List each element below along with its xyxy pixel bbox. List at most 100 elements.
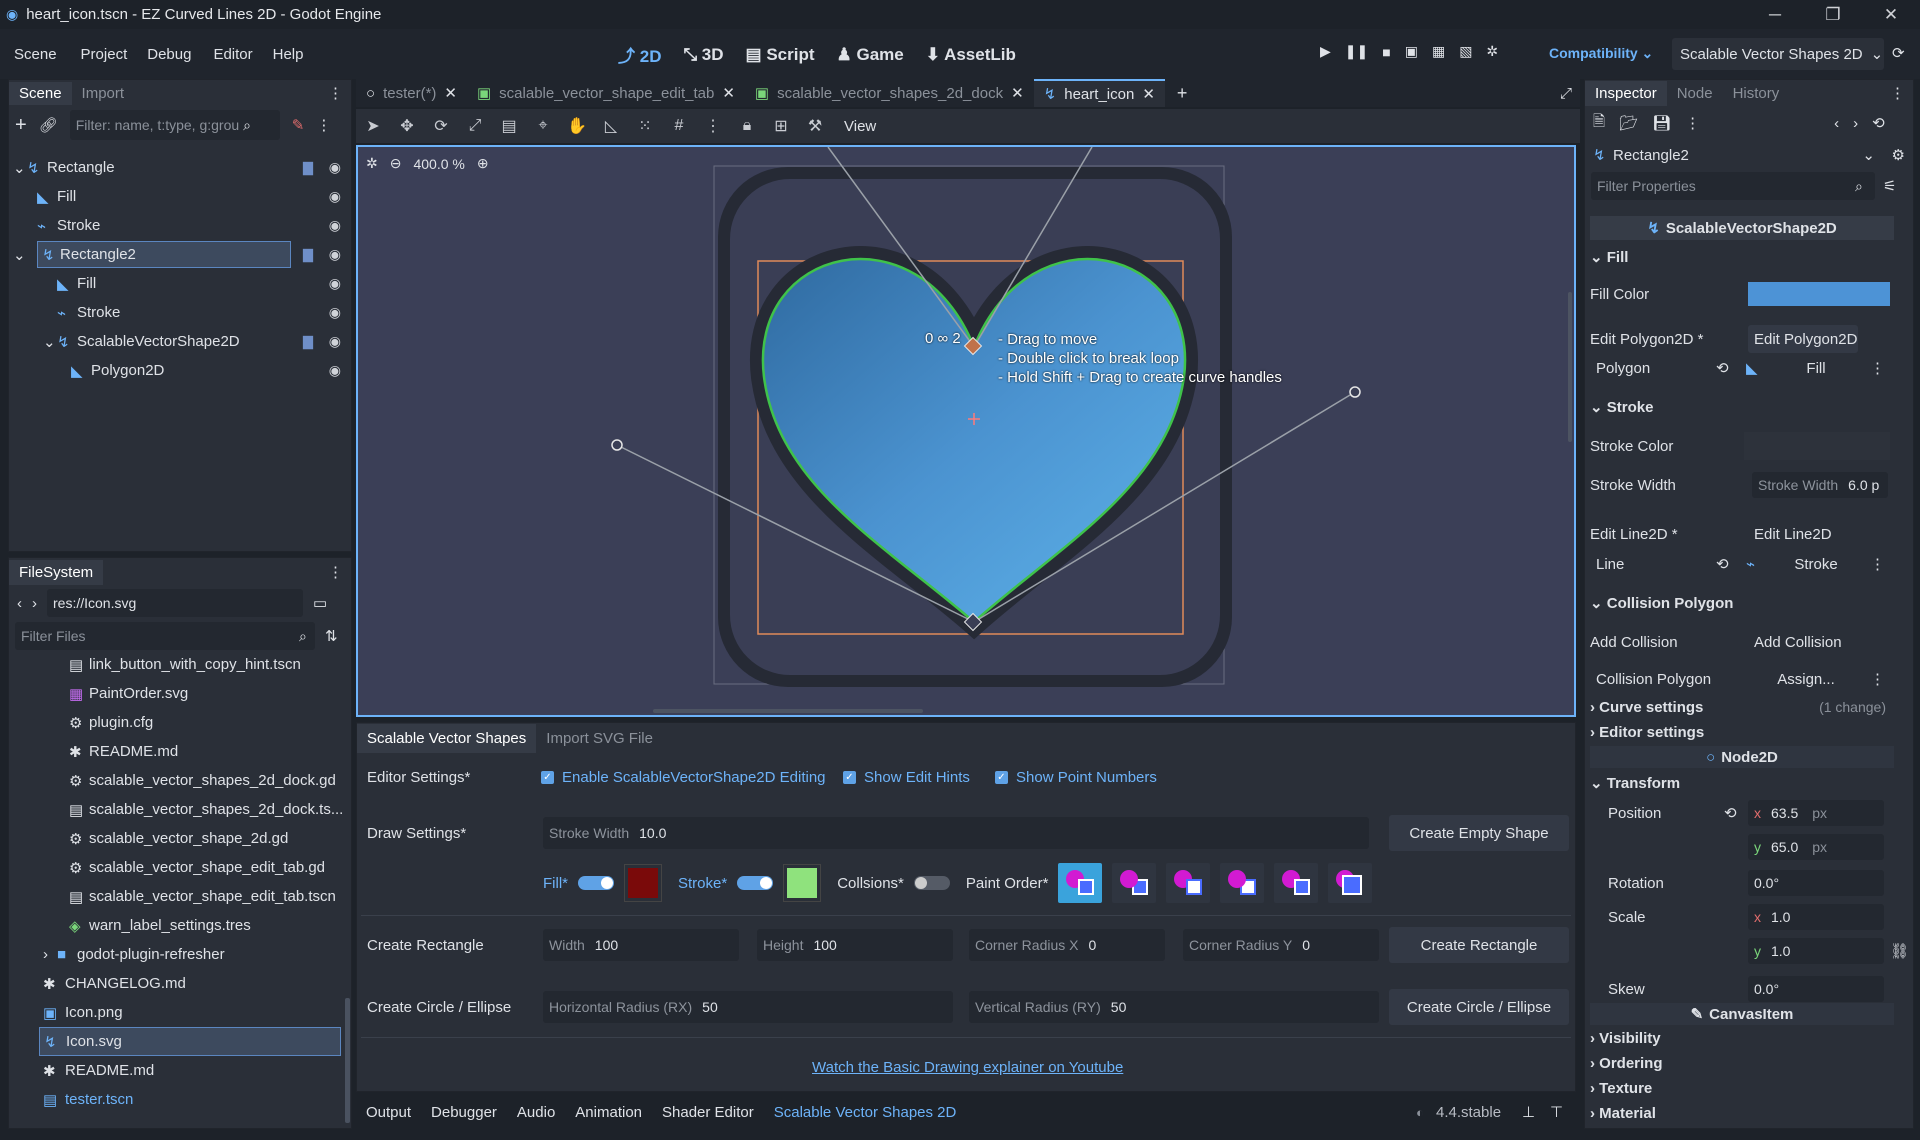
revert-icon[interactable]: ⟲ xyxy=(1724,804,1748,822)
menu-debug[interactable]: Debug xyxy=(147,46,191,63)
move-tool-icon[interactable]: ✥ xyxy=(390,116,424,136)
corner-radius-y-input[interactable]: Corner Radius Y0 xyxy=(1183,929,1379,961)
split-view-icon[interactable]: ▭ xyxy=(313,594,327,612)
visibility-eye-icon[interactable]: ◉ xyxy=(329,188,341,205)
grid-snap-icon[interactable]: # xyxy=(662,117,696,135)
check-show-point-numbers[interactable]: ✓ Show Point Numbers xyxy=(995,769,1157,786)
close-tab-icon[interactable]: ✕ xyxy=(722,84,735,102)
file-filter-input[interactable]: Filter Files ⌕ xyxy=(15,622,315,650)
new-resource-icon[interactable]: 🗎︎ xyxy=(1593,111,1605,136)
close-tab-icon[interactable]: ✕ xyxy=(1011,84,1024,102)
pin-icon[interactable]: ⊥ xyxy=(1522,1103,1535,1121)
dock-menu-icon[interactable]: ⋮ xyxy=(328,84,343,102)
filter-options-icon[interactable]: ⚟ xyxy=(1883,177,1896,195)
menu-scene[interactable]: Scene xyxy=(14,46,57,63)
menu-help[interactable]: Help xyxy=(273,46,304,63)
visibility-eye-icon[interactable]: ◉ xyxy=(329,304,341,321)
reload-icon[interactable]: ⟳ xyxy=(1892,44,1905,62)
stroke-toggle[interactable] xyxy=(737,876,774,890)
section-material[interactable]: › Material xyxy=(1590,1105,1890,1122)
tab-tester[interactable]: ○ tester(*) ✕ xyxy=(356,84,467,103)
smart-snap-icon[interactable]: ⁙ xyxy=(628,116,662,136)
vertical-scrollbar[interactable] xyxy=(1568,292,1572,442)
chevron-right-icon[interactable]: › xyxy=(43,946,57,963)
object-settings-icon[interactable]: ⚙ xyxy=(1892,146,1905,164)
chevron-down-icon[interactable]: ⌄ xyxy=(1862,146,1875,164)
tree-node[interactable]: ⌄ ↯ ScalableVectorShape2D ▇ ◉ xyxy=(13,327,353,356)
check-enable-editing[interactable]: ✓ Enable ScalableVectorShape2D Editing xyxy=(541,769,826,786)
add-node-icon[interactable]: + xyxy=(15,114,27,137)
chevron-down-icon[interactable]: ⌄ xyxy=(13,159,27,177)
group-icon[interactable]: ⊞ xyxy=(764,116,798,136)
save-icon[interactable]: 💾︎ xyxy=(1652,114,1671,132)
list-item[interactable]: ⚙ plugin.cfg xyxy=(69,708,153,737)
ruler-tool-icon[interactable]: ◺ xyxy=(594,116,628,136)
node-selector[interactable]: ↯ Rectangle2 ⌄ ⚙ xyxy=(1585,140,1913,170)
scale-tool-icon[interactable]: ⤢ xyxy=(458,117,492,135)
minimize-icon[interactable]: ─ xyxy=(1746,5,1804,25)
scrollbar[interactable] xyxy=(345,998,350,1123)
assign-button[interactable]: Assign... xyxy=(1746,671,1866,688)
workspace-script[interactable]: ▤ Script xyxy=(746,45,815,65)
close-icon[interactable]: ✕ xyxy=(1862,5,1920,25)
workspace-game[interactable]: ♟ Game xyxy=(837,45,904,65)
paint-order-option-5[interactable] xyxy=(1274,863,1319,903)
tab-animation[interactable]: Animation xyxy=(575,1104,642,1121)
select-tool-icon[interactable]: ➤ xyxy=(356,116,390,136)
bone-tool-icon[interactable]: ⚒ xyxy=(798,116,832,136)
height-input[interactable]: Height 100 xyxy=(757,929,953,961)
check-show-hints[interactable]: ✓ Show Edit Hints xyxy=(843,769,970,786)
tab-node[interactable]: Node xyxy=(1667,81,1723,106)
tab-debugger[interactable]: Debugger xyxy=(431,1104,497,1121)
list-item[interactable]: ◈ warn_label_settings.tres xyxy=(69,911,251,940)
tab-output[interactable]: Output xyxy=(366,1104,411,1121)
renderer-select[interactable]: Compatibility ⌄ xyxy=(1549,45,1653,62)
list-item-selected[interactable]: ↯ Icon.svg xyxy=(39,1027,341,1056)
stroke-color-picker[interactable] xyxy=(1744,432,1890,460)
rotate-tool-icon[interactable]: ⟳ xyxy=(424,116,458,136)
revert-icon[interactable]: ⟲ xyxy=(1716,359,1746,377)
add-tab-icon[interactable]: + xyxy=(1177,83,1188,104)
section-visibility[interactable]: › Visibility xyxy=(1590,1030,1890,1047)
workspace-3d[interactable]: ⤡ 3D xyxy=(683,45,723,65)
list-item[interactable]: › ■ godot-plugin-refresher xyxy=(43,940,225,969)
corner-radius-x-input[interactable]: Corner Radius X0 xyxy=(969,929,1165,961)
rx-input[interactable]: Horizontal Radius (RX) 50 xyxy=(543,991,953,1023)
view-menu[interactable]: View xyxy=(844,118,876,135)
script-icon[interactable]: ▇ xyxy=(303,334,313,350)
attach-script-icon[interactable]: ✎ xyxy=(292,116,305,134)
tree-node[interactable]: ◣ Fill ◉ xyxy=(13,269,353,298)
history-back-icon[interactable]: ‹ xyxy=(1834,115,1839,132)
fill-color-swatch[interactable] xyxy=(624,864,662,902)
snap-options-icon[interactable]: ⋮ xyxy=(696,116,730,136)
more-icon[interactable]: ⋮ xyxy=(1870,670,1885,688)
paint-order-option-1[interactable] xyxy=(1058,863,1103,903)
play-icon[interactable]: ▶ xyxy=(1320,43,1331,60)
visibility-eye-icon[interactable]: ◉ xyxy=(329,333,341,350)
fill-color-picker[interactable] xyxy=(1748,282,1890,306)
tree-node[interactable]: ◣ Fill ◉ xyxy=(13,182,353,211)
play-custom-icon[interactable]: ▧ xyxy=(1459,43,1472,60)
select-list-icon[interactable]: ▤ xyxy=(492,116,526,136)
list-item[interactable]: ✱ README.md xyxy=(43,1056,154,1085)
close-tab-icon[interactable]: ✕ xyxy=(1142,85,1155,103)
youtube-link[interactable]: Watch the Basic Drawing explainer on You… xyxy=(812,1059,1123,1076)
tab-history[interactable]: History xyxy=(1723,81,1790,106)
list-item[interactable]: ⚙ scalable_vector_shape_2d.gd xyxy=(69,824,288,853)
stroke-width-input[interactable]: Stroke Width 10.0 xyxy=(543,817,1369,849)
more-icon[interactable]: ⋮ xyxy=(1685,114,1700,132)
section-fill[interactable]: ⌄ Fill xyxy=(1590,248,1890,266)
open-folder-icon[interactable]: 📂︎ xyxy=(1619,114,1638,132)
paint-order-option-6[interactable] xyxy=(1328,863,1373,903)
line-resource[interactable]: Stroke xyxy=(1766,556,1866,573)
ry-input[interactable]: Vertical Radius (RY) 50 xyxy=(969,991,1379,1023)
more-icon[interactable]: ⋮ xyxy=(1870,359,1885,377)
width-input[interactable]: Width 100 xyxy=(543,929,739,961)
paint-order-option-2[interactable] xyxy=(1112,863,1157,903)
play-scene-icon[interactable]: ▦ xyxy=(1432,43,1445,60)
position-x-field[interactable]: x 63.5 px xyxy=(1748,800,1884,826)
stop-icon[interactable]: ■ xyxy=(1382,44,1390,60)
pause-icon[interactable]: ❚❚ xyxy=(1345,43,1368,60)
visibility-eye-icon[interactable]: ◉ xyxy=(329,217,341,234)
expand-panel-icon[interactable]: ⊤ xyxy=(1550,1103,1563,1121)
